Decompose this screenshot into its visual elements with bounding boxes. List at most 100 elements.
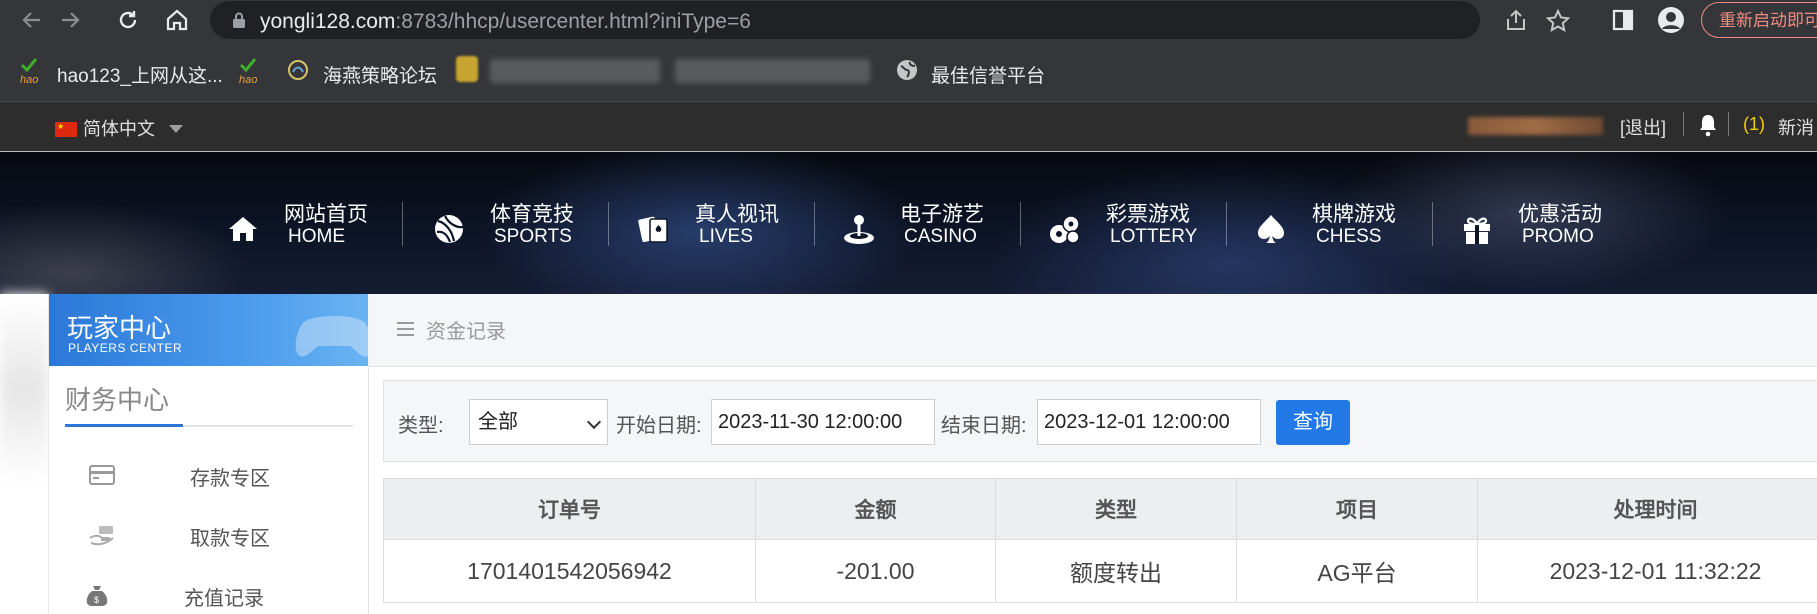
sports-ball-icon [435, 215, 464, 243]
share-icon[interactable] [1504, 9, 1528, 36]
menu-icon[interactable] [397, 322, 414, 337]
column-project[interactable]: 项目 [1236, 478, 1478, 540]
sidebar-item-label: 充值记录 [184, 588, 264, 610]
logout-link[interactable]: [退出] [1620, 114, 1666, 140]
amount-cell: -201.00 [755, 539, 996, 603]
bookmarks-bar: hao hao123_上网从这... hao 海燕策略论坛 最佳信誉平台 [0, 41, 1817, 102]
forward-arrow-icon[interactable] [55, 5, 85, 35]
bookmark-star-icon[interactable] [1545, 8, 1571, 38]
back-arrow-icon[interactable] [17, 5, 47, 35]
nav-label-en: LOTTERY [1110, 226, 1198, 247]
bookmark-best-platform[interactable]: 最佳信誉平台 [931, 61, 1045, 88]
page-title: 资金记录 [426, 321, 506, 343]
nav-label-cn: 优惠活动 [1518, 203, 1602, 226]
bookmark-haiyan-forum[interactable]: 海燕策略论坛 [323, 61, 437, 88]
hao123-logo-icon: hao [18, 57, 46, 90]
type-label: 类型: [398, 415, 444, 437]
column-amount[interactable]: 金额 [755, 478, 996, 540]
nav-label-en: CHESS [1316, 226, 1382, 247]
home-icon [229, 217, 257, 241]
svg-text:$: $ [94, 595, 99, 605]
browser-toolbar: yongli128.com:8783/hhcp/usercenter.html?… [0, 0, 1817, 41]
message-label[interactable]: 新消 [1778, 114, 1814, 140]
nav-divider [1226, 202, 1227, 246]
sidebar: 玩家中心 PLAYERS CENTER 财务中心 存款专区 取款专区 $ 充值记… [48, 294, 369, 614]
blurred-bookmark-icon [456, 56, 478, 82]
content-header: 资金记录 [368, 294, 1817, 367]
players-center-header: 玩家中心 PLAYERS CENTER [49, 294, 368, 366]
nav-label-cn: 网站首页 [284, 203, 368, 226]
svg-text:hao: hao [20, 74, 38, 85]
nav-label-en: CASINO [904, 226, 977, 247]
process-time-cell: 2023-12-01 11:32:22 [1477, 539, 1817, 603]
hand-money-icon [89, 526, 114, 546]
nav-lottery[interactable]: 彩票游戏 LOTTERY [1048, 198, 1198, 258]
end-date-input[interactable]: 2023-12-01 12:00:00 [1037, 399, 1261, 445]
players-center-title: 玩家中心 [67, 313, 172, 343]
money-bag-icon: $ [86, 586, 108, 606]
playing-cards-icon [638, 216, 668, 243]
address-bar[interactable]: yongli128.com:8783/hhcp/usercenter.html?… [210, 1, 1571, 39]
nav-lives[interactable]: 真人视讯 LIVES [637, 198, 787, 258]
column-process-time[interactable]: 处理时间 [1477, 478, 1817, 540]
nav-home[interactable]: 网站首页 HOME [226, 198, 376, 258]
type-select-value: 全部 [478, 411, 518, 433]
divider [1683, 112, 1684, 136]
chevron-down-icon [169, 125, 183, 133]
bookmark-hao123[interactable]: hao123_上网从这... [57, 61, 223, 88]
start-date-input[interactable]: 2023-11-30 12:00:00 [711, 399, 935, 445]
bell-icon[interactable] [1697, 113, 1719, 142]
nav-label-cn: 彩票游戏 [1106, 203, 1190, 226]
nav-promo[interactable]: 优惠活动 PROMO [1460, 198, 1610, 258]
restart-update-button[interactable]: 重新启动即可 [1701, 2, 1817, 38]
nav-chess[interactable]: 棋牌游戏 CHESS [1254, 198, 1404, 258]
profile-avatar-icon[interactable] [1656, 5, 1686, 35]
nav-casino[interactable]: 电子游艺 CASINO [842, 198, 992, 258]
joystick-icon [844, 215, 874, 244]
nav-divider [402, 202, 403, 246]
nav-label-en: SPORTS [494, 226, 572, 247]
type-select[interactable]: 全部 [469, 399, 608, 445]
message-count[interactable]: (1) [1743, 114, 1765, 135]
main-nav-banner: 网站首页 HOME 体育竞技 SPORTS 真人视讯 LIVES 电子游艺 CA… [0, 152, 1817, 294]
nav-label-en: HOME [288, 226, 345, 247]
finance-center-title: 财务中心 [65, 385, 170, 415]
reload-icon[interactable] [113, 5, 143, 35]
column-order-number[interactable]: 订单号 [383, 478, 756, 540]
fund-records-table: 订单号 金额 类型 项目 处理时间 1701401542056942 -201.… [383, 478, 1817, 603]
sidebar-item-label: 存款专区 [190, 468, 270, 490]
hao123-logo-icon-2[interactable]: hao [237, 57, 265, 90]
nav-label-cn: 体育竞技 [490, 203, 574, 226]
page-shadow [0, 294, 48, 484]
nav-divider [1432, 202, 1433, 246]
url-text: yongli128.com:8783/hhcp/usercenter.html?… [260, 10, 751, 34]
language-selector[interactable]: 简体中文 [55, 115, 183, 141]
column-type[interactable]: 类型 [995, 478, 1237, 540]
side-panel-icon[interactable] [1608, 5, 1638, 35]
card-icon [89, 465, 115, 485]
url-host: yongli128.com [260, 10, 396, 33]
players-center-subtitle: PLAYERS CENTER [68, 341, 183, 355]
url-path: :8783/hhcp/usercenter.html?iniType=6 [395, 10, 751, 33]
lottery-balls-icon [1050, 215, 1080, 244]
blurred-username [1468, 117, 1603, 135]
gamepad-icon [295, 316, 368, 357]
nav-sports[interactable]: 体育竞技 SPORTS [432, 198, 582, 258]
active-underline [65, 424, 183, 427]
filter-bar: 类型: 全部 开始日期: 2023-11-30 12:00:00 结束日期: 2… [383, 380, 1817, 462]
nav-divider [1020, 202, 1021, 246]
chevron-down-icon [586, 414, 602, 430]
order-number-cell: 1701401542056942 [383, 539, 756, 603]
end-date-label: 结束日期: [941, 415, 1027, 437]
blurred-bookmark-2[interactable] [675, 59, 870, 83]
home-icon[interactable] [162, 5, 192, 35]
table-row: 1701401542056942 -201.00 额度转出 AG平台 2023-… [383, 539, 1817, 603]
svg-text:hao: hao [239, 74, 257, 85]
blurred-bookmark[interactable] [490, 59, 660, 83]
nav-label-cn: 电子游艺 [900, 203, 984, 226]
nav-label-en: PROMO [1522, 226, 1594, 247]
table-header-row: 订单号 金额 类型 项目 处理时间 [383, 478, 1817, 540]
nav-divider [608, 202, 609, 246]
nav-label-en: LIVES [699, 226, 753, 247]
query-button[interactable]: 查询 [1276, 400, 1350, 445]
